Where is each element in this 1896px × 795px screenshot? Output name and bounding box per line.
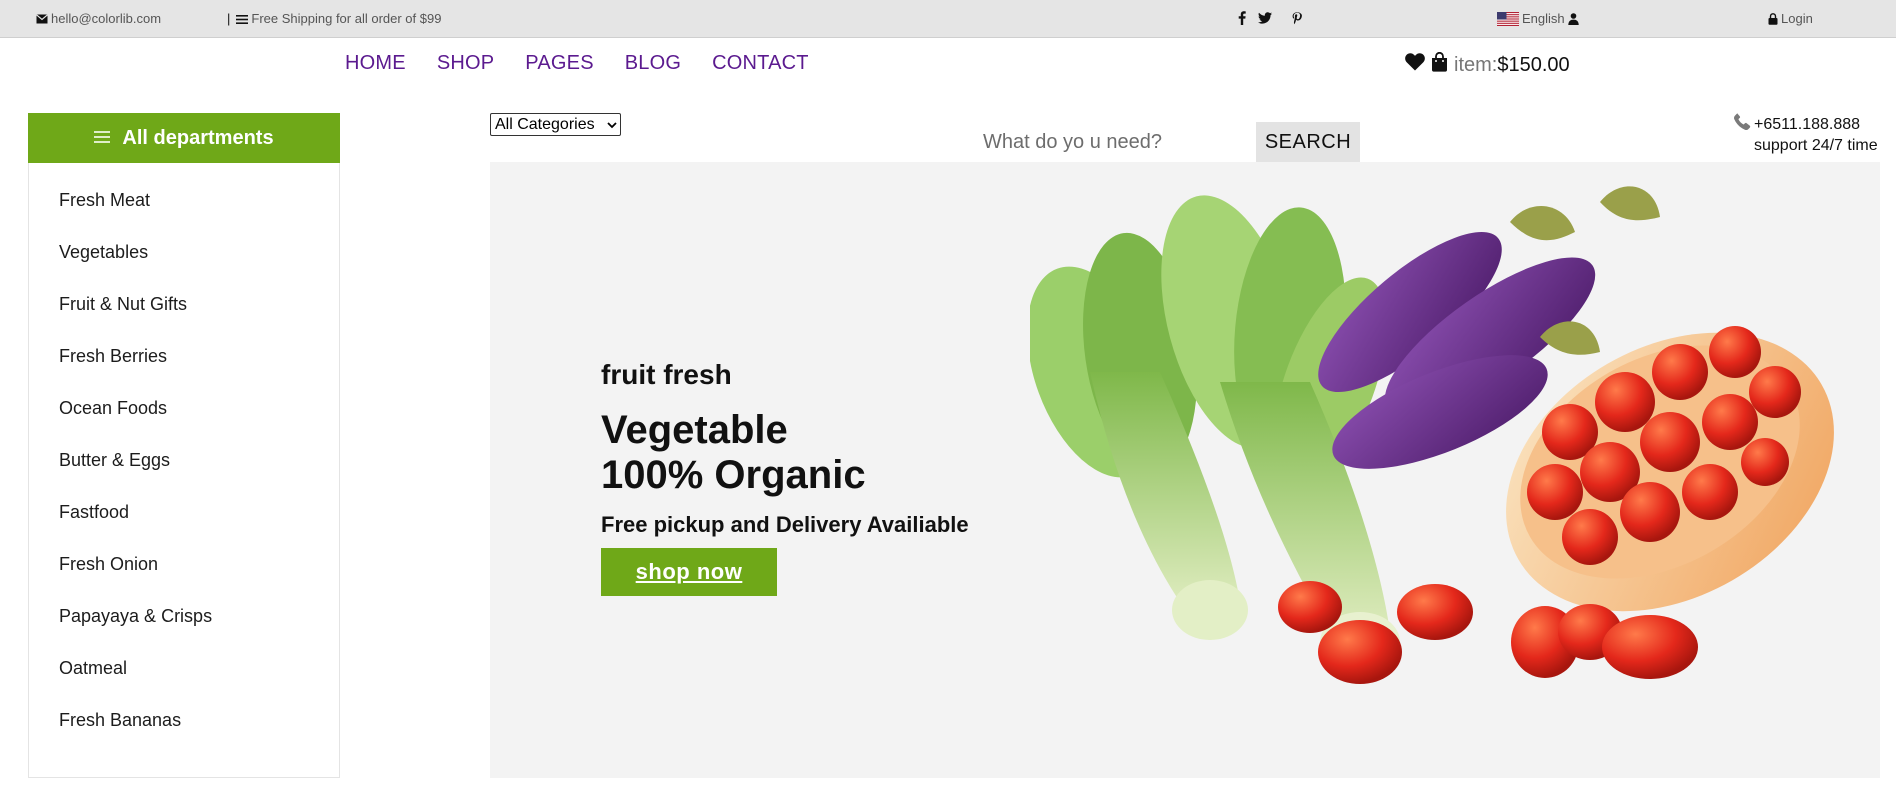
search-input[interactable] [975,122,1255,162]
heart-icon[interactable] [1405,53,1425,77]
header-cart: item: $150.00 [1405,51,1570,78]
nav-contact[interactable]: CONTACT [712,52,809,75]
nav-pages[interactable]: PAGES [525,52,593,75]
pinterest-icon[interactable] [1292,11,1302,25]
department-item[interactable]: Oatmeal [29,657,339,709]
cart-item-label: item: [1454,53,1498,76]
twitter-icon[interactable] [1258,12,1272,24]
department-item[interactable]: Vegetables [29,241,339,293]
hero-title-line2: 100% Organic [601,453,866,497]
hero-description: Free pickup and Delivery Availiable [601,512,969,537]
shopping-bag-icon[interactable] [1431,51,1448,78]
email-text: hello@colorlib.com [51,11,162,26]
language-selector[interactable]: English [1497,12,1579,26]
phone-icon [1733,112,1752,136]
nav-shop[interactable]: SHOP [437,52,494,75]
vegetables-image [1030,186,1834,684]
shipping-notice: | Free Shipping for all order of $99 [227,12,441,26]
department-item[interactable]: Fresh Berries [29,345,339,397]
header-email[interactable]: hello@colorlib.com [36,12,161,26]
top-bar: hello@colorlib.com | Free Shipping for a… [0,0,1896,38]
category-select-value: All Categories [495,115,595,133]
department-item[interactable]: Fresh Bananas [29,709,339,761]
hero-banner: fruit fresh Vegetable 100% Organic Free … [490,162,1880,778]
envelope-icon [36,14,48,24]
hero-title-line1: Vegetable [601,408,788,452]
chevron-down-icon [607,116,617,134]
us-flag-icon [1497,12,1519,26]
nav-home[interactable]: HOME [345,52,406,75]
phone-contact: +6511.188.888 support 24/7 time [1733,112,1878,155]
login-label: Login [1781,11,1813,26]
department-item[interactable]: Butter & Eggs [29,449,339,501]
nav-blog[interactable]: BLOG [625,52,681,75]
main-nav: HOME SHOP PAGES BLOG CONTACT [345,52,809,75]
category-select[interactable]: All Categories [490,113,621,136]
support-text: support 24/7 time [1754,137,1878,154]
departments-list: Fresh Meat Vegetables Fruit & Nut Gifts … [28,163,340,778]
hero-subtitle: fruit fresh [601,359,732,390]
department-item[interactable]: Fresh Onion [29,553,339,605]
shipping-text: Free Shipping for all order of $99 [251,11,442,26]
department-item[interactable]: Fresh Meat [29,189,339,241]
shop-now-button[interactable]: shop now [601,548,777,596]
cart-total: $150.00 [1497,53,1570,76]
phone-number: +6511.188.888 [1754,115,1861,133]
hamburger-icon [94,127,111,150]
user-icon[interactable] [1567,13,1579,25]
search-button[interactable]: SEARCH [1256,122,1360,162]
hero-text: fruit fresh Vegetable 100% Organic Free … [601,358,969,596]
all-departments-toggle[interactable]: All departments [28,113,340,163]
department-item[interactable]: Fruit & Nut Gifts [29,293,339,345]
hero-title: Vegetable 100% Organic [601,408,969,498]
separator: | [227,11,231,26]
login-link[interactable]: Login [1768,12,1813,26]
department-item[interactable]: Fastfood [29,501,339,553]
facebook-icon[interactable] [1238,11,1246,25]
departments-title: All departments [122,126,274,149]
lock-icon [1768,13,1778,25]
language-label: English [1522,11,1565,26]
department-item[interactable]: Papayaya & Crisps [29,605,339,657]
social-links [1238,11,1302,25]
department-item[interactable]: Ocean Foods [29,397,339,449]
menu-icon [236,14,249,25]
